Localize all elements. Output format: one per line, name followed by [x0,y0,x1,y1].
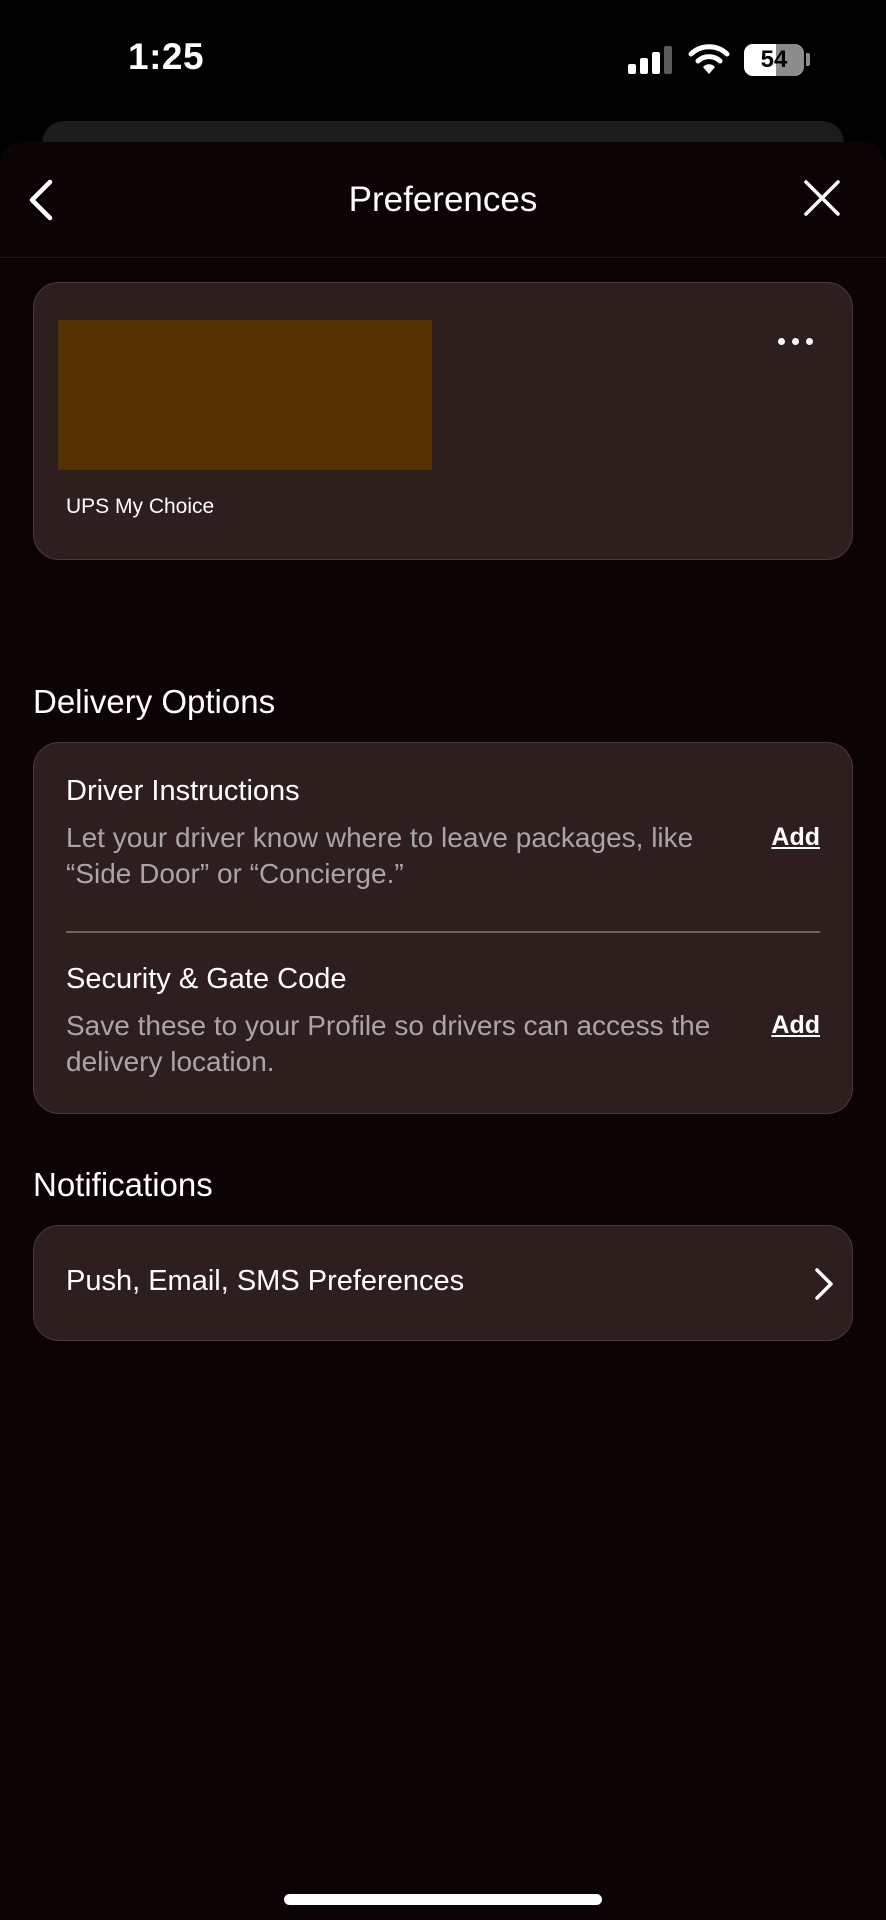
status-time: 1:25 [128,36,205,77]
cellular-signal-icon [628,46,674,74]
close-icon[interactable] [800,176,844,220]
navigation-bar: Preferences [0,142,886,258]
divider [66,931,820,933]
add-security-code-link[interactable]: Add [771,1011,820,1040]
option-description: Save these to your Profile so drivers ca… [66,1010,711,1077]
home-indicator[interactable] [284,1894,602,1905]
add-driver-instructions-link[interactable]: Add [771,823,820,852]
security-gate-code-row: Security & Gate Code Save these to your … [66,963,820,1080]
more-horizontal-icon[interactable] [776,335,816,349]
notification-preferences-row[interactable]: Push, Email, SMS Preferences [33,1225,853,1341]
membership-label: UPS My Choice [66,495,215,518]
option-title: Driver Instructions [66,775,300,807]
delivery-options-heading: Delivery Options [33,683,276,720]
membership-card[interactable]: UPS My Choice [33,282,853,560]
membership-logo [58,320,432,470]
screen: 1:25 54 Preferences UPS My Choice Delive… [0,0,886,1920]
chevron-right-icon [815,1268,833,1300]
battery-level: 54 [760,46,788,73]
delivery-options-card: Driver Instructions Let your driver know… [33,742,853,1114]
page-title: Preferences [348,180,538,219]
preferences-sheet: Preferences UPS My Choice Delivery Optio… [0,142,886,1920]
battery-icon: 54 [744,44,804,76]
wifi-icon [688,44,730,74]
notifications-heading: Notifications [33,1166,213,1203]
notification-preferences-label: Push, Email, SMS Preferences [66,1265,465,1297]
driver-instructions-row: Driver Instructions Let your driver know… [66,775,820,892]
option-title: Security & Gate Code [66,963,347,995]
battery-nub [806,53,810,66]
option-description: Let your driver know where to leave pack… [66,822,694,889]
